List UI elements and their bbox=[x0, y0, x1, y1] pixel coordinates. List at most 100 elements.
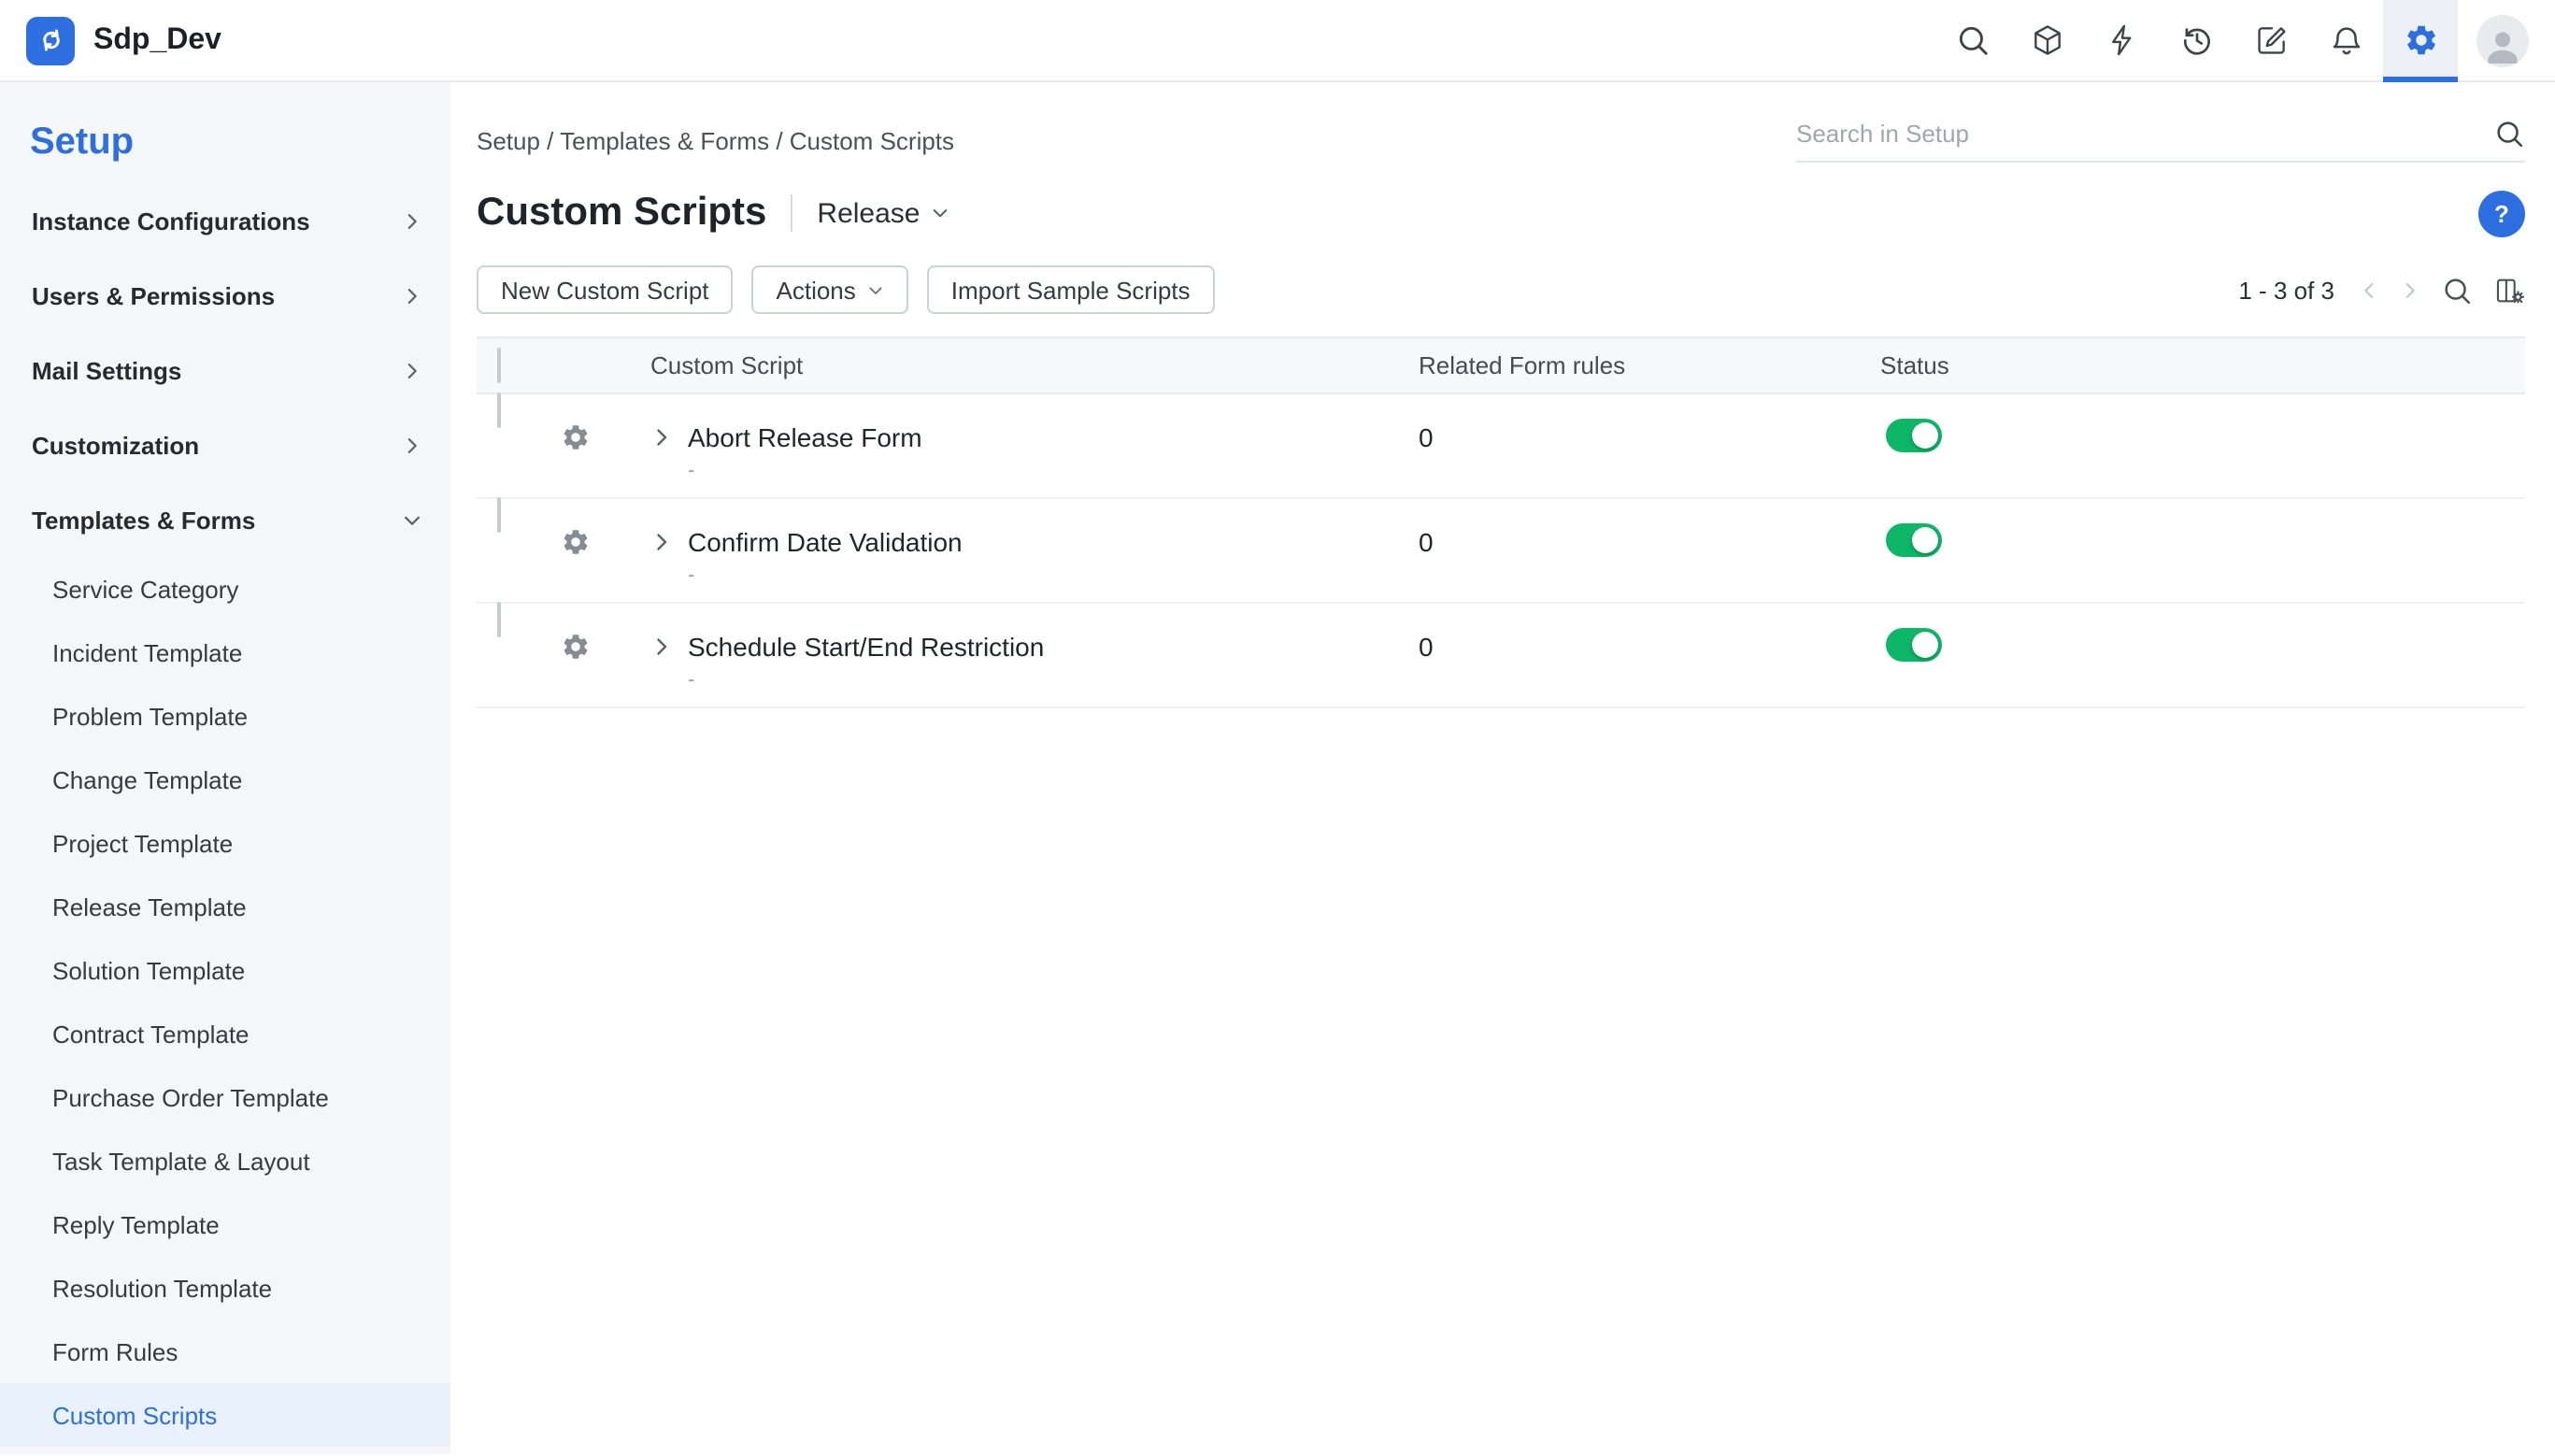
explore-button[interactable] bbox=[2009, 0, 2084, 80]
main-content: Setup / Templates & Forms / Custom Scrip… bbox=[450, 82, 2555, 1454]
sidebar-item-label: Users & Permissions bbox=[32, 281, 275, 309]
search-icon bbox=[2441, 274, 2473, 306]
sidebar-item-mail-settings[interactable]: Mail Settings bbox=[0, 333, 450, 407]
quick-actions-button[interactable] bbox=[2084, 0, 2159, 80]
sidebar-subitem-custom-scripts[interactable]: Custom Scripts bbox=[0, 1383, 450, 1447]
next-page-button[interactable] bbox=[2400, 279, 2420, 300]
sidebar-subitem-project-template[interactable]: Project Template bbox=[0, 811, 450, 875]
column-settings-button[interactable] bbox=[2493, 274, 2525, 306]
row-checkbox[interactable] bbox=[497, 602, 501, 637]
chevron-right-icon bbox=[402, 210, 422, 231]
row-settings-button[interactable] bbox=[540, 604, 630, 662]
script-name[interactable]: Abort Release Form bbox=[688, 421, 922, 454]
notifications-button[interactable] bbox=[2308, 0, 2383, 80]
gear-icon bbox=[2403, 22, 2438, 58]
module-selector[interactable]: Release bbox=[817, 197, 949, 229]
sidebar-subitem-incident-template[interactable]: Incident Template bbox=[0, 621, 450, 684]
avatar[interactable] bbox=[2476, 14, 2529, 66]
script-description: - bbox=[688, 563, 963, 589]
table-row: Confirm Date Validation - 0 bbox=[477, 499, 2525, 604]
app-title: Sdp_Dev bbox=[93, 23, 221, 57]
row-expand-button[interactable] bbox=[650, 635, 673, 693]
row-checkbox[interactable] bbox=[497, 497, 501, 533]
explore-box-icon bbox=[2029, 22, 2064, 58]
import-sample-scripts-button[interactable]: Import Sample Scripts bbox=[927, 265, 1215, 314]
chevron-right-icon bbox=[2400, 279, 2420, 300]
global-search-button[interactable] bbox=[1934, 0, 2009, 80]
row-settings-button[interactable] bbox=[540, 394, 630, 452]
help-button[interactable]: ? bbox=[2478, 190, 2525, 236]
status-toggle[interactable] bbox=[1886, 419, 1942, 452]
setup-button[interactable] bbox=[2383, 0, 2458, 80]
column-header-custom-script: Custom Script bbox=[630, 351, 1404, 379]
chevron-left-icon bbox=[2359, 279, 2379, 300]
prev-page-button[interactable] bbox=[2359, 279, 2379, 300]
sidebar-subitem-solution-template[interactable]: Solution Template bbox=[0, 938, 450, 1002]
sidebar-item-label: Mail Settings bbox=[32, 356, 181, 384]
module-selector-value: Release bbox=[817, 197, 920, 229]
column-settings-icon bbox=[2493, 274, 2525, 306]
sidebar-heading: Setup bbox=[0, 120, 450, 164]
column-header-status: Status bbox=[1880, 351, 2525, 379]
sidebar-item-users-permissions[interactable]: Users & Permissions bbox=[0, 258, 450, 333]
sidebar-subitem-purchase-order-template[interactable]: Purchase Order Template bbox=[0, 1065, 450, 1129]
sidebar-subitem-form-rules[interactable]: Form Rules bbox=[0, 1320, 450, 1383]
breadcrumb[interactable]: Setup / Templates & Forms / Custom Scrip… bbox=[477, 126, 954, 154]
toggle-knob bbox=[1912, 527, 1938, 553]
table-row: Schedule Start/End Restriction - 0 bbox=[477, 604, 2525, 708]
sidebar-item-label: Customization bbox=[32, 431, 199, 459]
setup-search-input[interactable] bbox=[1796, 120, 2478, 148]
sidebar-item-instance-configurations[interactable]: Instance Configurations bbox=[0, 183, 450, 258]
sidebar-subitem-release-template[interactable]: Release Template bbox=[0, 875, 450, 938]
new-custom-script-button[interactable]: New Custom Script bbox=[477, 265, 734, 314]
sidebar-subitem-resolution-template[interactable]: Resolution Template bbox=[0, 1256, 450, 1320]
feedback-button[interactable] bbox=[2234, 0, 2308, 80]
chevron-right-icon bbox=[650, 635, 673, 658]
setup-sidebar: Setup Instance Configurations Users & Pe… bbox=[0, 82, 450, 1454]
sidebar-item-templates-forms[interactable]: Templates & Forms bbox=[0, 482, 450, 557]
script-name[interactable]: Confirm Date Validation bbox=[688, 525, 963, 559]
bell-icon bbox=[2328, 22, 2363, 58]
person-icon bbox=[2480, 21, 2525, 66]
sidebar-subitem-service-category[interactable]: Service Category bbox=[0, 557, 450, 621]
row-expand-button[interactable] bbox=[650, 426, 673, 484]
related-form-rules-count: 0 bbox=[1404, 604, 1880, 664]
toggle-knob bbox=[1912, 632, 1938, 658]
row-expand-button[interactable] bbox=[650, 531, 673, 589]
app-logo bbox=[26, 16, 75, 64]
status-toggle[interactable] bbox=[1886, 628, 1942, 662]
title-divider bbox=[791, 194, 792, 232]
actions-button[interactable]: Actions bbox=[752, 265, 908, 314]
feedback-icon bbox=[2253, 22, 2289, 58]
table-row: Abort Release Form - 0 bbox=[477, 394, 2525, 499]
script-name[interactable]: Schedule Start/End Restriction bbox=[688, 630, 1044, 664]
script-description: - bbox=[688, 458, 922, 484]
list-search-button[interactable] bbox=[2441, 274, 2473, 306]
app-logo-icon bbox=[35, 24, 66, 56]
search-icon[interactable] bbox=[2493, 118, 2525, 150]
recent-items-button[interactable] bbox=[2159, 0, 2234, 80]
sidebar-subitem-reply-template[interactable]: Reply Template bbox=[0, 1192, 450, 1256]
toggle-knob bbox=[1912, 422, 1938, 449]
sidebar-item-label: Instance Configurations bbox=[32, 207, 310, 235]
script-description: - bbox=[688, 667, 1044, 693]
chevron-down-icon bbox=[867, 281, 884, 298]
sidebar-subitem-problem-template[interactable]: Problem Template bbox=[0, 684, 450, 748]
table-header: Custom Script Related Form rules Status bbox=[477, 336, 2525, 394]
chevron-right-icon bbox=[402, 360, 422, 380]
status-toggle[interactable] bbox=[1886, 523, 1942, 557]
sidebar-item-label: Templates & Forms bbox=[32, 506, 255, 534]
brand: Sdp_Dev bbox=[0, 16, 221, 64]
topbar: Sdp_Dev bbox=[0, 0, 2555, 82]
chevron-down-icon bbox=[932, 204, 950, 222]
row-checkbox[interactable] bbox=[497, 393, 501, 428]
gear-icon bbox=[561, 632, 591, 662]
page-title: Custom Scripts bbox=[477, 191, 766, 236]
row-settings-button[interactable] bbox=[540, 499, 630, 557]
sidebar-subitem-contract-template[interactable]: Contract Template bbox=[0, 1002, 450, 1065]
app-window: Sdp_Dev Setup Instance Configurations Us… bbox=[0, 0, 2555, 1456]
sidebar-item-customization[interactable]: Customization bbox=[0, 407, 450, 482]
sidebar-subitem-change-template[interactable]: Change Template bbox=[0, 748, 450, 811]
select-all-checkbox[interactable] bbox=[497, 347, 501, 382]
sidebar-subitem-task-template-layout[interactable]: Task Template & Layout bbox=[0, 1129, 450, 1192]
